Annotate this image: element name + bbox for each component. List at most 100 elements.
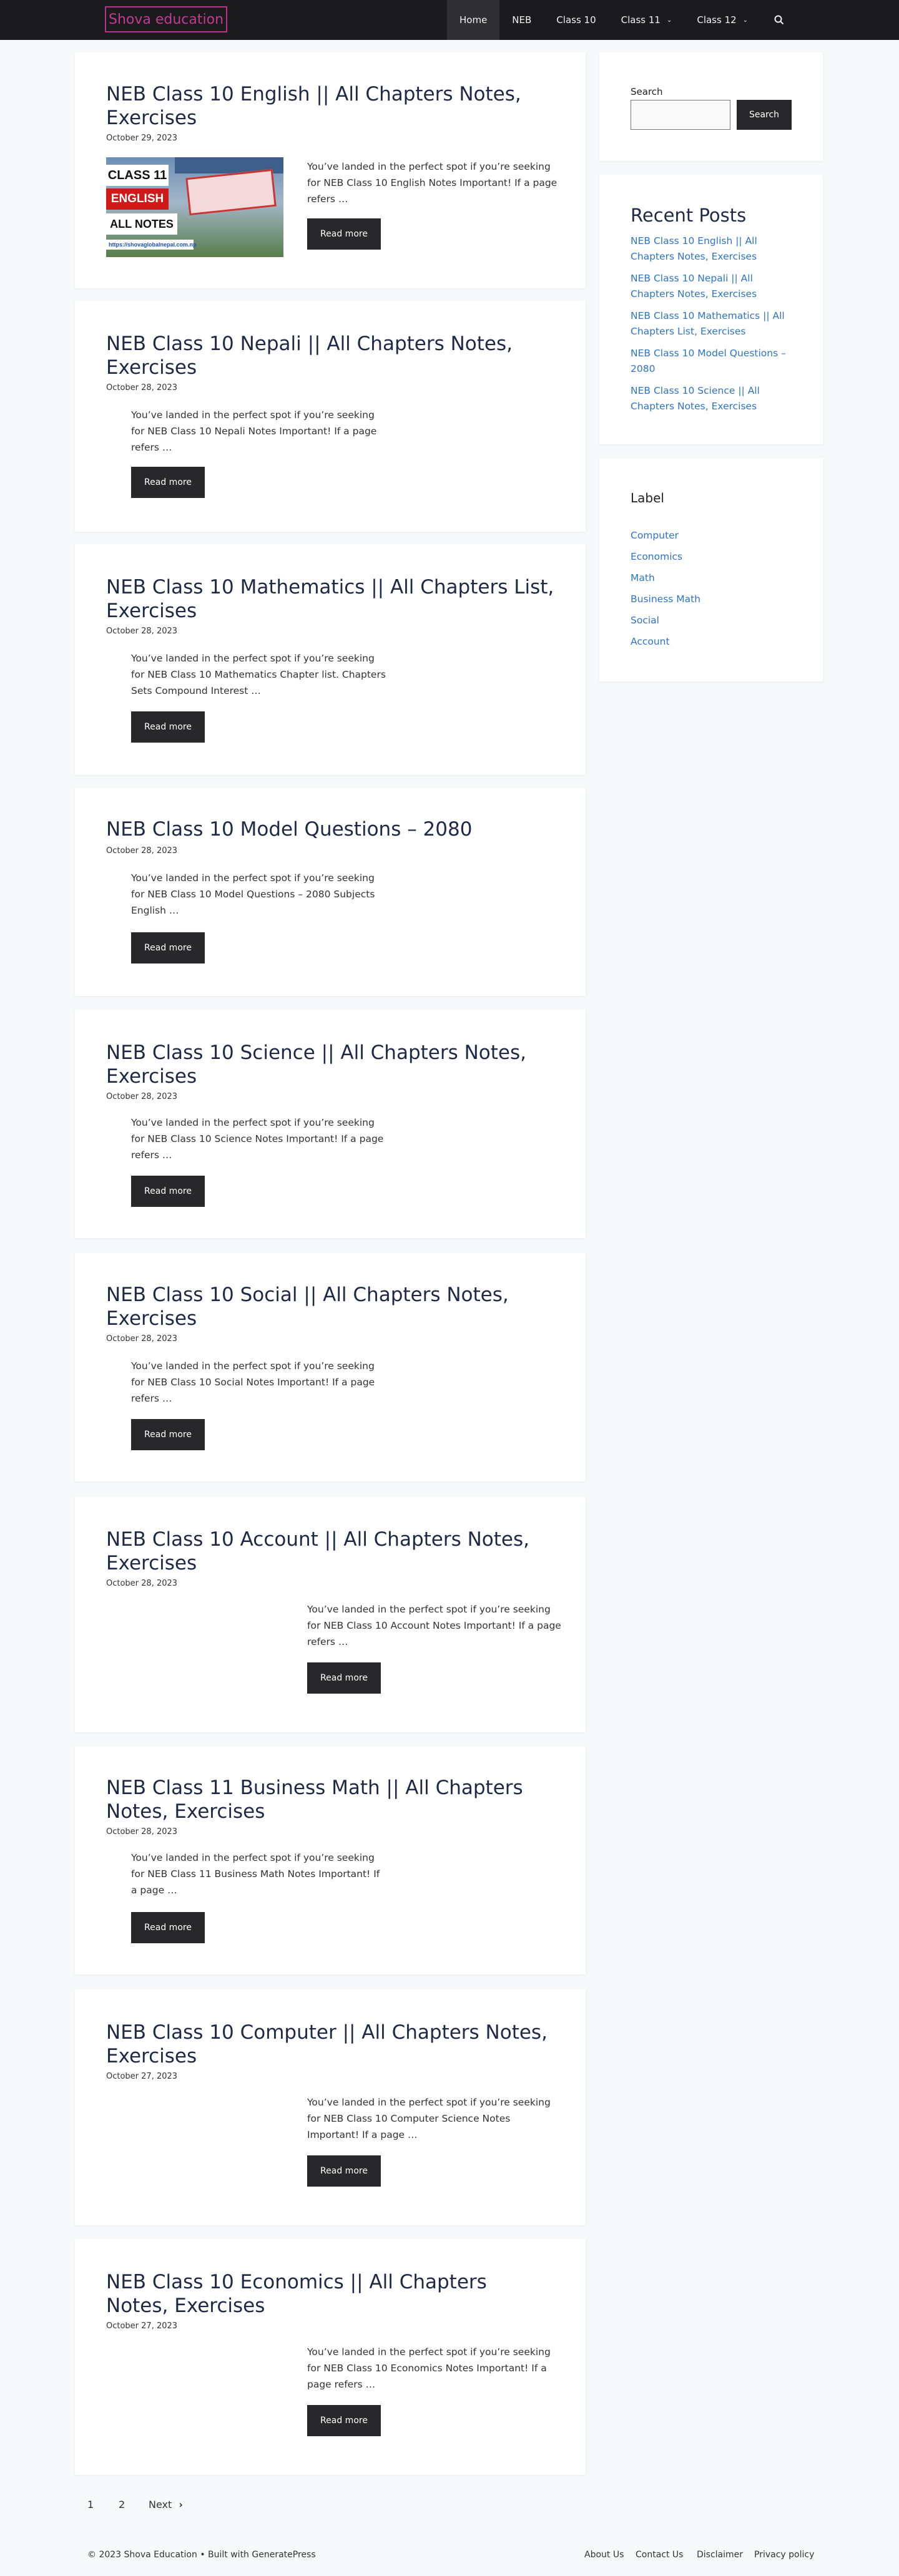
search-widget: Search Search — [599, 52, 823, 161]
post-title[interactable]: NEB Class 10 Model Questions – 2080 — [106, 817, 554, 841]
pagination-page-2[interactable]: 2 — [119, 2499, 125, 2510]
label-link[interactable]: Business Math — [631, 592, 799, 607]
thumbnail-url: https://shovaglobalnepal.com.np — [106, 240, 197, 250]
label-link[interactable]: Math — [631, 570, 799, 586]
nav-item-class-10[interactable]: Class 10 — [544, 0, 608, 40]
post-date: October 27, 2023 — [106, 2321, 178, 2331]
site-logo[interactable]: Shova education — [105, 6, 227, 32]
post-title[interactable]: NEB Class 11 Business Math || All Chapte… — [106, 1776, 554, 1823]
nav-item-class-11[interactable]: Class 11 ⌄ — [609, 0, 685, 40]
nav-label: Class 12 — [697, 14, 737, 26]
post-thumbnail[interactable]: CLASS 11 ENGLISH ALL NOTES https://shova… — [106, 157, 283, 257]
post-title[interactable]: NEB Class 10 Science || All Chapters Not… — [106, 1041, 554, 1088]
nav-search-button[interactable] — [760, 0, 798, 40]
post-title[interactable]: NEB Class 10 Mathematics || All Chapters… — [106, 575, 554, 623]
footer-link-disclaimer[interactable]: Disclaimer — [697, 2550, 743, 2560]
read-more-button[interactable]: Read more — [307, 2405, 381, 2436]
post-excerpt: You’ve landed in the perfect spot if you… — [131, 1117, 384, 1161]
search-icon — [774, 15, 784, 25]
post-card: NEB Class 10 Economics || All Chapters N… — [75, 2239, 586, 2475]
read-more-button[interactable]: Read more — [131, 467, 205, 498]
read-more-button[interactable]: Read more — [307, 1662, 381, 1694]
footer-link-about[interactable]: About Us — [584, 2550, 624, 2560]
post-card: NEB Class 10 English || All Chapters Not… — [75, 52, 586, 288]
recent-post-link[interactable]: NEB Class 10 English || All Chapters Not… — [631, 233, 799, 265]
pagination-next[interactable]: Next › — [149, 2499, 183, 2510]
post-excerpt: You’ve landed in the perfect spot if you… — [307, 2346, 551, 2390]
nav-label: Class 10 — [556, 14, 596, 26]
post-excerpt: You’ve landed in the perfect spot if you… — [131, 409, 377, 453]
post-title[interactable]: NEB Class 10 English || All Chapters Not… — [106, 82, 554, 130]
chevron-right-icon: › — [179, 2499, 183, 2510]
read-more-button[interactable]: Read more — [307, 218, 381, 250]
search-input[interactable] — [631, 100, 730, 130]
label-widget: Label Computer Economics Math Business M… — [599, 458, 823, 681]
post-date: October 29, 2023 — [106, 134, 178, 143]
post-date: October 28, 2023 — [106, 1579, 178, 1588]
post-title[interactable]: NEB Class 10 Nepali || All Chapters Note… — [106, 332, 554, 379]
nav-label: Home — [459, 14, 488, 26]
post-excerpt: You’ve landed in the perfect spot if you… — [131, 1852, 380, 1896]
read-more-button[interactable]: Read more — [131, 711, 205, 743]
main-nav: Home NEB Class 10 Class 11 ⌄ Class 12 ⌄ — [447, 0, 798, 40]
recent-post-link[interactable]: NEB Class 10 Nepali || All Chapters Note… — [631, 271, 799, 302]
post-excerpt: You’ve landed in the perfect spot if you… — [131, 872, 375, 916]
footer-link-privacy[interactable]: Privacy policy — [754, 2550, 814, 2560]
label-link[interactable]: Computer — [631, 528, 799, 544]
read-more-button[interactable]: Read more — [307, 2155, 381, 2187]
post-card: NEB Class 10 Model Questions – 2080 Octo… — [75, 788, 586, 996]
read-more-button[interactable]: Read more — [131, 932, 205, 964]
post-title[interactable]: NEB Class 10 Account || All Chapters Not… — [106, 1528, 554, 1575]
post-title[interactable]: NEB Class 10 Social || All Chapters Note… — [106, 1283, 554, 1330]
post-card: NEB Class 10 Nepali || All Chapters Note… — [75, 301, 586, 532]
post-excerpt: You’ve landed in the perfect spot if you… — [131, 653, 386, 696]
read-more-button[interactable]: Read more — [131, 1176, 205, 1207]
recent-post-link[interactable]: NEB Class 10 Model Questions – 2080 — [631, 346, 799, 377]
site-header: Shova education Home NEB Class 10 Class … — [0, 0, 899, 40]
post-date: October 28, 2023 — [106, 846, 178, 856]
label-link[interactable]: Economics — [631, 549, 799, 565]
recent-posts-title: Recent Posts — [631, 205, 747, 226]
post-excerpt: You’ve landed in the perfect spot if you… — [131, 1360, 375, 1404]
post-title[interactable]: NEB Class 10 Economics || All Chapters N… — [106, 2270, 554, 2318]
footer-link-contact[interactable]: Contact Us — [636, 2550, 683, 2560]
post-card: NEB Class 10 Computer || All Chapters No… — [75, 1989, 586, 2225]
label-widget-title: Label — [631, 490, 664, 505]
post-title[interactable]: NEB Class 10 Computer || All Chapters No… — [106, 2021, 554, 2068]
post-date: October 27, 2023 — [106, 2072, 178, 2081]
nav-label: Class 11 — [621, 14, 661, 26]
post-date: October 28, 2023 — [106, 1092, 178, 1101]
post-date: October 28, 2023 — [106, 383, 178, 393]
chevron-down-icon: ⌄ — [742, 16, 749, 24]
recent-posts-widget: Recent Posts NEB Class 10 English || All… — [599, 175, 823, 444]
thumbnail-caption: CLASS 11 — [106, 165, 169, 186]
label-link[interactable]: Social — [631, 613, 799, 628]
nav-item-neb[interactable]: NEB — [499, 0, 544, 40]
recent-post-link[interactable]: NEB Class 10 Science || All Chapters Not… — [631, 383, 799, 414]
post-card: NEB Class 11 Business Math || All Chapte… — [75, 1746, 586, 1974]
nav-label: NEB — [512, 14, 532, 26]
post-card: NEB Class 10 Account || All Chapters Not… — [75, 1496, 586, 1732]
search-button[interactable]: Search — [737, 100, 792, 130]
thumbnail-sign — [185, 168, 277, 216]
post-date: October 28, 2023 — [106, 627, 178, 636]
post-card: NEB Class 10 Mathematics || All Chapters… — [75, 544, 586, 775]
pagination-next-label: Next — [149, 2499, 172, 2510]
pagination-page-1[interactable]: 1 — [87, 2499, 94, 2510]
chevron-down-icon: ⌄ — [666, 16, 672, 24]
post-card: NEB Class 10 Science || All Chapters Not… — [75, 1010, 586, 1238]
read-more-button[interactable]: Read more — [131, 1912, 205, 1943]
post-excerpt: You’ve landed in the perfect spot if you… — [307, 1604, 561, 1647]
post-date: October 28, 2023 — [106, 1827, 178, 1837]
thumbnail-caption: ENGLISH — [106, 188, 169, 210]
search-label: Search — [631, 86, 663, 97]
post-excerpt: You’ve landed in the perfect spot if you… — [307, 161, 558, 205]
post-excerpt: You’ve landed in the perfect spot if you… — [307, 2097, 551, 2140]
post-card: NEB Class 10 Social || All Chapters Note… — [75, 1253, 586, 1481]
recent-post-link[interactable]: NEB Class 10 Mathematics || All Chapters… — [631, 308, 799, 339]
read-more-button[interactable]: Read more — [131, 1419, 205, 1450]
label-link[interactable]: Account — [631, 634, 799, 650]
footer-copyright: © 2023 Shova Education • Built with Gene… — [87, 2550, 316, 2560]
nav-item-home[interactable]: Home — [447, 0, 500, 40]
nav-item-class-12[interactable]: Class 12 ⌄ — [684, 0, 760, 40]
